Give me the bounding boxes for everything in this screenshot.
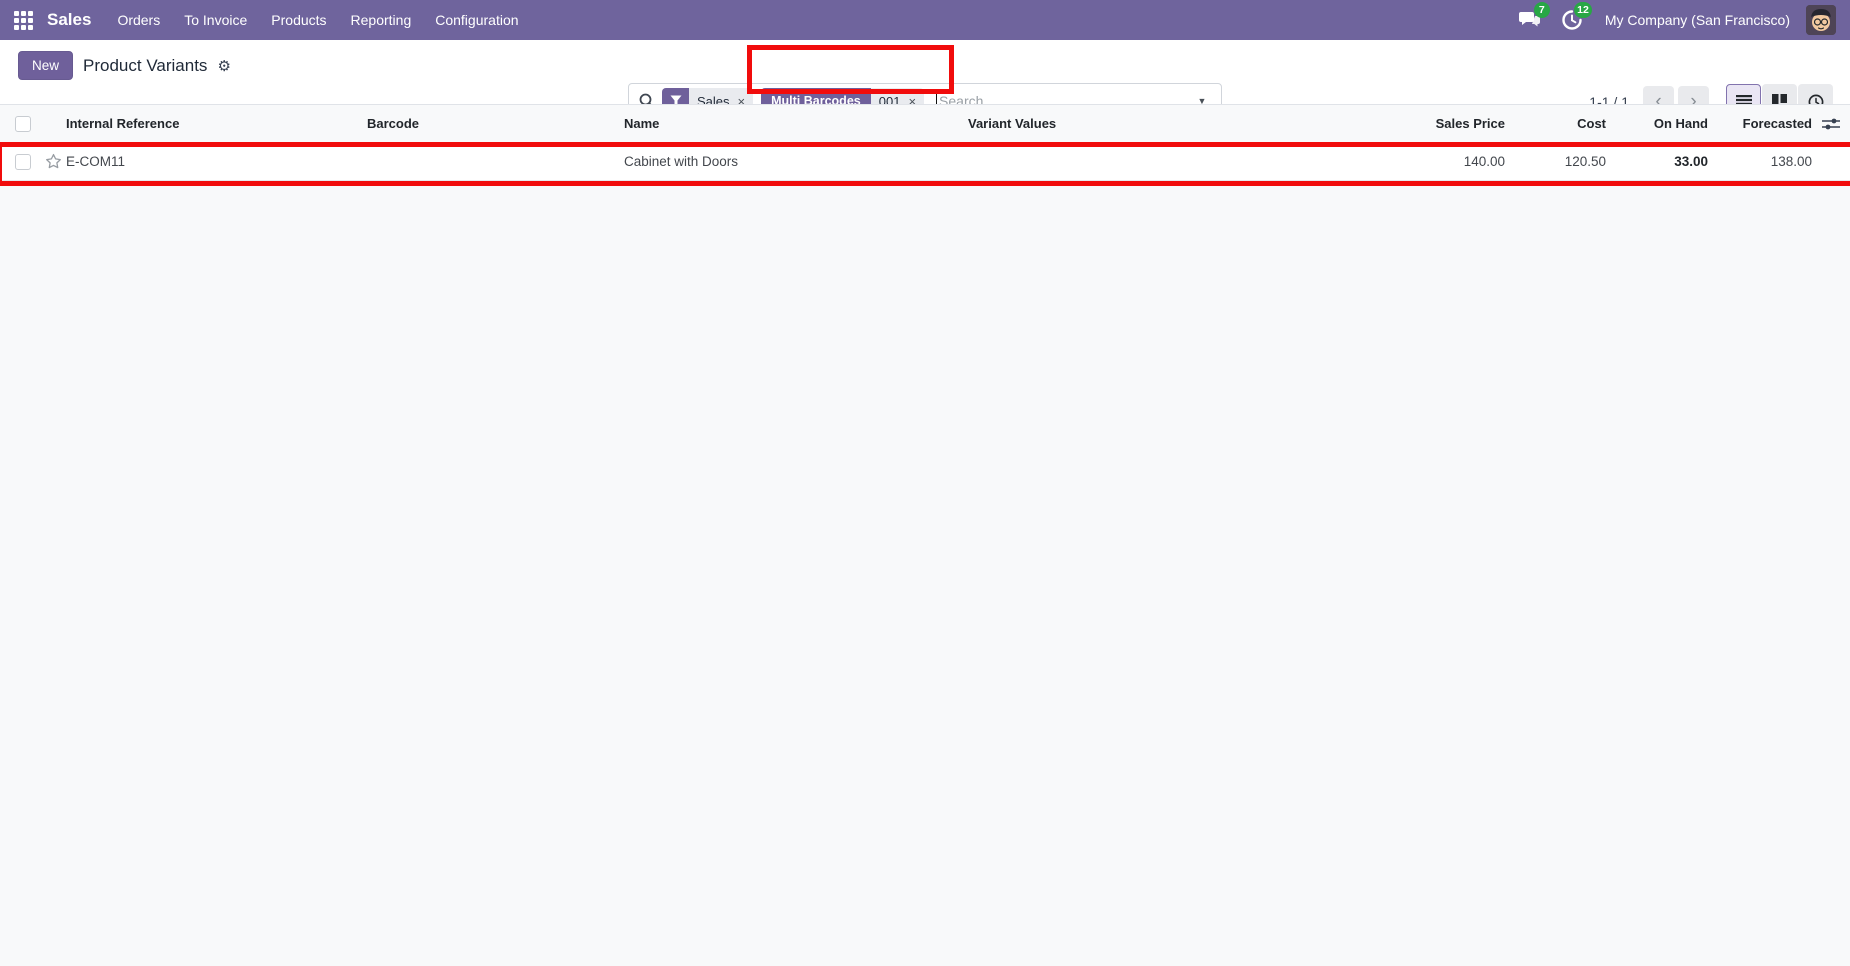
app-name[interactable]: Sales <box>47 10 91 30</box>
activities-count-badge: 12 <box>1574 2 1592 18</box>
table-row[interactable]: E-COM11 Cabinet with Doors 140.00 120.50… <box>0 143 1850 181</box>
row-checkbox[interactable] <box>15 153 31 170</box>
navbar-right: 7 12 My Company (San Francisco) <box>1517 2 1836 35</box>
column-header-name[interactable]: Name <box>624 116 968 131</box>
adjust-columns-icon[interactable] <box>1812 117 1850 131</box>
column-header-variant-values[interactable]: Variant Values <box>968 116 1200 131</box>
column-header-internal-reference[interactable]: Internal Reference <box>66 116 367 131</box>
cell-forecasted[interactable]: 138.00 <box>1708 154 1812 169</box>
list-table-header: Internal Reference Barcode Name Variant … <box>0 104 1850 143</box>
menu-reporting[interactable]: Reporting <box>339 0 424 40</box>
main-menu: Orders To Invoice Products Reporting Con… <box>105 0 530 40</box>
column-header-sales-price[interactable]: Sales Price <box>1200 116 1505 131</box>
cell-on-hand[interactable]: 33.00 <box>1606 154 1708 169</box>
company-switcher[interactable]: My Company (San Francisco) <box>1605 12 1790 28</box>
page-title: Product Variants <box>83 55 208 75</box>
actions-gear-icon[interactable]: ⚙ <box>217 57 230 75</box>
select-all-checkbox[interactable] <box>15 115 31 132</box>
top-navbar: Sales Orders To Invoice Products Reporti… <box>0 0 1850 40</box>
user-avatar[interactable] <box>1806 5 1836 35</box>
cell-internal-reference: E-COM11 <box>66 154 126 169</box>
cell-cost: 120.50 <box>1564 154 1606 169</box>
column-header-forecasted[interactable]: Forecasted <box>1708 116 1812 131</box>
new-button[interactable]: New <box>18 51 74 80</box>
menu-products[interactable]: Products <box>259 0 338 40</box>
column-header-barcode[interactable]: Barcode <box>367 116 624 131</box>
favorite-star-icon[interactable] <box>40 153 66 170</box>
apps-menu-icon[interactable] <box>14 10 33 30</box>
menu-to-invoice[interactable]: To Invoice <box>172 0 259 40</box>
cell-name: Cabinet with Doors <box>624 154 739 169</box>
control-panel: New Product Variants ⚙ Sales × Multi Bar… <box>0 40 1850 119</box>
messages-button[interactable]: 7 <box>1517 2 1550 33</box>
messages-count-badge: 7 <box>1533 2 1550 18</box>
column-header-cost[interactable]: Cost <box>1505 116 1606 131</box>
column-header-on-hand[interactable]: On Hand <box>1606 116 1708 131</box>
activities-button[interactable]: 12 <box>1559 2 1592 33</box>
cell-sales-price: 140.00 <box>1463 154 1505 169</box>
menu-orders[interactable]: Orders <box>105 0 172 40</box>
menu-configuration[interactable]: Configuration <box>423 0 530 40</box>
